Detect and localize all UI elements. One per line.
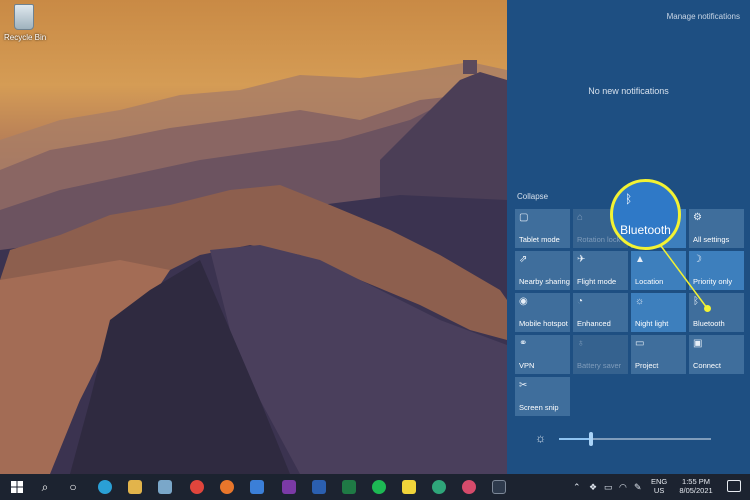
location-icon: ▲ [635,254,645,265]
language-indicator[interactable]: ENG US [651,477,667,495]
pen-icon[interactable]: ✎ [634,474,642,500]
great-wall-wallpaper [0,60,507,474]
chrome-icon[interactable] [190,480,204,494]
tile-connect[interactable]: ▣ Connect [689,335,744,374]
app3-icon[interactable] [492,480,506,494]
bluetooth-icon: ᛒ [693,296,699,307]
desktop-wallpaper: Recycle Bin [0,0,507,474]
sticky-notes-icon[interactable] [402,480,416,494]
gear-icon: ⚙ [693,212,702,223]
vpn-icon: ⚭ [519,338,528,349]
tile-vpn[interactable]: ⚭ VPN [515,335,570,374]
battery-icon: ♁ [577,338,585,349]
tile-battery-saver[interactable]: ♁ Battery saver [573,335,628,374]
app2-icon[interactable] [462,480,476,494]
tablet-icon: ▢ [519,212,529,223]
brightness-fill [559,438,591,440]
tile-nearby-sharing[interactable]: ⇗ Nearby sharing [515,251,570,290]
manage-notifications-link[interactable]: Manage notifications [667,12,740,21]
dropbox-icon[interactable]: ❖ [589,474,597,500]
chevron-up-icon[interactable]: ⌃ [573,474,581,500]
brightness-slider[interactable]: ☼ [535,432,735,446]
share-icon: ⇗ [519,254,528,265]
firefox-icon[interactable] [220,480,234,494]
sun-icon: ☼ [635,296,645,307]
tile-screen-snip[interactable]: ✂ Screen snip [515,377,570,416]
callout-label: Bluetooth [620,223,671,237]
photos-icon[interactable] [158,480,172,494]
clock[interactable]: 1:55 PM 8/05/2021 [672,477,720,495]
clock-date: 8/05/2021 [679,486,713,495]
action-center-button[interactable] [727,480,741,492]
bluetooth-highlight-callout: ᛒ Bluetooth [610,179,681,250]
connect-icon: ▣ [693,338,703,349]
tile-location[interactable]: ▲ Location [631,251,686,290]
recycle-bin-graphic [14,4,34,30]
tile-priority-only[interactable]: ☽ Priority only [689,251,744,290]
windows-logo-icon [11,481,23,493]
brightness-icon: ☼ [535,431,546,445]
wifi-icon[interactable]: ◠ [619,474,627,500]
airplane-icon: ✈ [577,254,586,265]
store-icon[interactable] [128,480,142,494]
onenote-icon[interactable] [282,480,296,494]
tile-night-light[interactable]: ☼ Night light [631,293,686,332]
recycle-bin-label: Recycle Bin [4,33,47,42]
tile-bluetooth[interactable]: ᛒ Bluetooth [689,293,744,332]
edge-icon[interactable] [98,480,112,494]
search-icon[interactable]: ⌕ [35,477,55,497]
collapse-link[interactable]: Collapse [517,192,548,201]
app-icon[interactable] [432,480,446,494]
clock-time: 1:55 PM [682,477,710,486]
tile-flight-mode[interactable]: ✈ Flight mode [573,251,628,290]
brightness-thumb[interactable] [589,432,593,446]
tile-mobile-hotspot[interactable]: ◉ Mobile hotspot [515,293,570,332]
moon-icon: ☽ [693,254,702,265]
project-icon: ▭ [635,338,645,349]
tile-project[interactable]: ▭ Project [631,335,686,374]
spotify-icon[interactable] [372,480,386,494]
hotspot-icon: ◉ [519,296,528,307]
start-button[interactable] [7,477,27,497]
tile-all-settings[interactable]: ⚙ All settings [689,209,744,248]
bluetooth-icon: ᛒ [625,192,633,206]
rotation-icon: ⌂ [577,212,584,223]
no-notifications-text: No new notifications [588,86,669,96]
battery-saver-icon: ◔ [577,296,584,307]
tile-enhanced[interactable]: ◔ Enhanced [573,293,628,332]
region-code: US [653,486,665,495]
excel-icon[interactable] [342,480,356,494]
cortana-icon[interactable]: ○ [63,477,83,497]
recycle-bin-icon[interactable]: Recycle Bin [4,4,47,42]
tile-tablet-mode[interactable]: ▢ Tablet mode [515,209,570,248]
language-code: ENG [651,477,668,486]
snip-icon: ✂ [519,380,528,391]
battery-tray-icon[interactable]: ▭ [604,474,613,500]
taskbar: ⌕ ○ ⌃ ❖ ▭ ◠ ✎ ENG US 1:55 PM 8/05/2021 [0,474,750,500]
word-icon[interactable] [312,480,326,494]
todo-icon[interactable] [250,480,264,494]
callout-pointer-dot [704,305,711,312]
